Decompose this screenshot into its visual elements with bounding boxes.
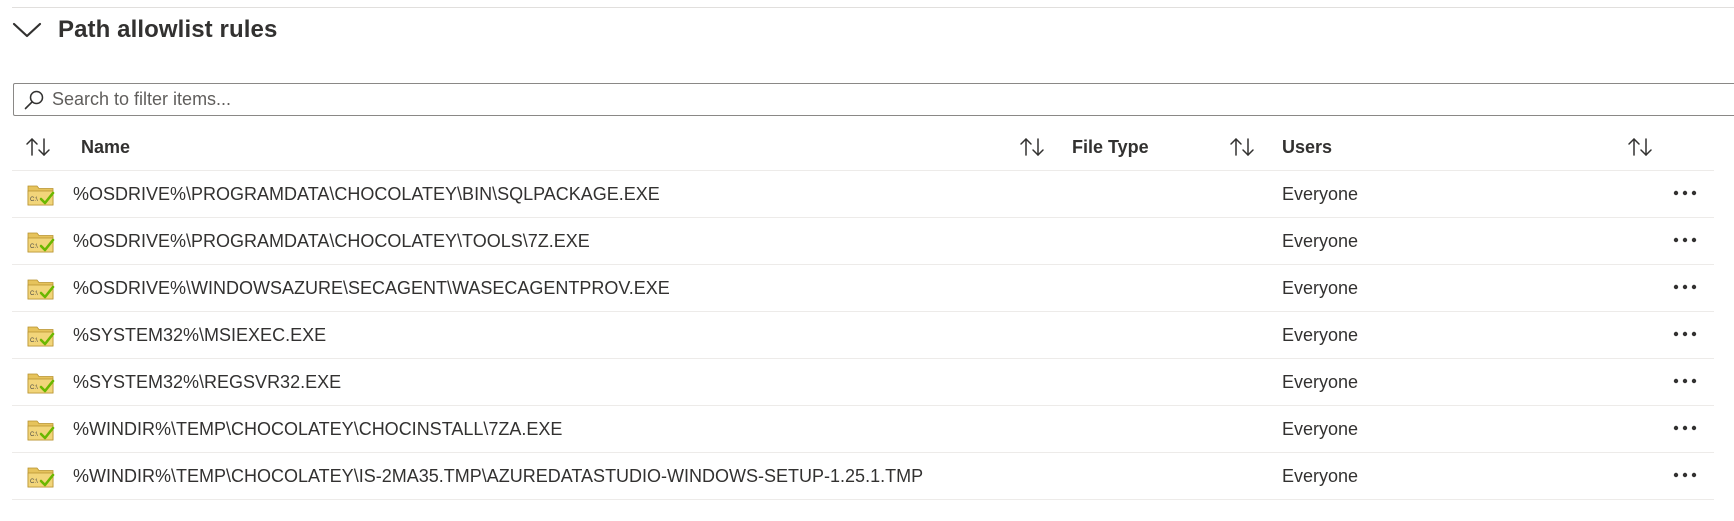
row-more-button[interactable] xyxy=(1668,320,1702,348)
row-name: %SYSTEM32%\MSIEXEC.EXE xyxy=(73,312,326,358)
row-icon-cell: C:\ xyxy=(26,406,56,452)
row-more-button[interactable] xyxy=(1668,273,1702,301)
row-icon-cell: C:\ xyxy=(26,171,56,217)
sort-up-down-icon[interactable] xyxy=(24,136,52,158)
row-users: Everyone xyxy=(1282,312,1358,358)
column-header-name[interactable]: Name xyxy=(81,123,130,171)
column-header-file-type[interactable]: File Type xyxy=(1072,123,1149,171)
row-name: %SYSTEM32%\REGSVR32.EXE xyxy=(73,359,341,405)
section-title: Path allowlist rules xyxy=(58,16,278,43)
more-options-icon xyxy=(1673,425,1697,431)
column-header-users[interactable]: Users xyxy=(1282,123,1332,171)
rules-table-body: C:\ %OSDRIVE%\PROGRAMDATA\CHOCOLATEY\BIN… xyxy=(12,171,1714,500)
users-sort-button[interactable] xyxy=(1626,123,1654,171)
row-name-text: %WINDIR%\TEMP\CHOCOLATEY\IS-2MA35.TMP\AZ… xyxy=(73,465,924,486)
svg-text:C:\: C:\ xyxy=(30,385,38,391)
name-sort-button[interactable] xyxy=(1018,123,1046,171)
row-name-text: %SYSTEM32%\REGSVR32.EXE xyxy=(73,371,342,392)
row-users-text: Everyone xyxy=(1282,277,1359,298)
table-row[interactable]: C:\ %WINDIR%\TEMP\CHOCOLATEY\CHOCINSTALL… xyxy=(12,406,1714,453)
table-row[interactable]: C:\ %OSDRIVE%\WINDOWSAZURE\SECAGENT\WASE… xyxy=(12,265,1714,312)
row-users: Everyone xyxy=(1282,359,1358,405)
more-options-icon xyxy=(1673,331,1697,337)
path-allowlist-panel: Path allowlist rules Name xyxy=(0,0,1734,521)
svg-text:C:\: C:\ xyxy=(30,197,38,203)
search-box[interactable] xyxy=(13,83,1734,116)
svg-text:C:\: C:\ xyxy=(30,432,38,438)
select-column-sort[interactable] xyxy=(24,123,52,171)
row-name-text: %WINDIR%\TEMP\CHOCOLATEY\CHOCINSTALL\7ZA… xyxy=(73,418,563,439)
path-rule-folder-icon: C:\ xyxy=(27,326,55,347)
path-rule-folder-icon: C:\ xyxy=(27,279,55,300)
top-divider xyxy=(12,7,1734,8)
row-users: Everyone xyxy=(1282,453,1358,499)
row-users-text: Everyone xyxy=(1282,324,1359,345)
more-options-icon xyxy=(1673,378,1697,384)
section-header[interactable]: Path allowlist rules xyxy=(12,10,277,50)
path-rule-folder-icon: C:\ xyxy=(27,420,55,441)
row-users: Everyone xyxy=(1282,265,1358,311)
row-name: %WINDIR%\TEMP\CHOCOLATEY\IS-2MA35.TMP\AZ… xyxy=(73,453,923,499)
row-more-button[interactable] xyxy=(1668,461,1702,489)
row-icon-cell: C:\ xyxy=(26,265,56,311)
path-rule-folder-icon: C:\ xyxy=(27,185,55,206)
row-icon-cell: C:\ xyxy=(26,312,56,358)
file-type-sort-button[interactable] xyxy=(1228,123,1256,171)
row-icon-cell: C:\ xyxy=(26,359,56,405)
path-rule-folder-icon: C:\ xyxy=(27,373,55,394)
search-input[interactable] xyxy=(52,89,1552,110)
table-row[interactable]: C:\ %OSDRIVE%\PROGRAMDATA\CHOCOLATEY\BIN… xyxy=(12,171,1714,218)
row-icon-cell: C:\ xyxy=(26,453,56,499)
sort-up-down-icon[interactable] xyxy=(1018,136,1046,158)
row-users-text: Everyone xyxy=(1282,230,1359,251)
row-users-text: Everyone xyxy=(1282,465,1359,486)
more-options-icon xyxy=(1673,284,1697,290)
row-users: Everyone xyxy=(1282,171,1358,217)
column-header-name-label: Name xyxy=(81,136,131,157)
search-icon xyxy=(24,90,44,109)
row-more-button[interactable] xyxy=(1668,367,1702,395)
column-header-users-label: Users xyxy=(1282,136,1333,157)
path-rule-folder-icon: C:\ xyxy=(27,467,55,488)
table-row[interactable]: C:\ %WINDIR%\TEMP\CHOCOLATEY\IS-2MA35.TM… xyxy=(12,453,1714,500)
table-row[interactable]: C:\ %SYSTEM32%\MSIEXEC.EXE Everyone xyxy=(12,312,1714,359)
row-more-button[interactable] xyxy=(1668,414,1702,442)
table-row[interactable]: C:\ %OSDRIVE%\PROGRAMDATA\CHOCOLATEY\TOO… xyxy=(12,218,1714,265)
svg-text:C:\: C:\ xyxy=(30,291,38,297)
chevron-down-icon[interactable] xyxy=(12,20,42,40)
row-users-text: Everyone xyxy=(1282,418,1359,439)
svg-text:C:\: C:\ xyxy=(30,244,38,250)
sort-up-down-icon[interactable] xyxy=(1228,136,1256,158)
row-name-text: %SYSTEM32%\MSIEXEC.EXE xyxy=(73,324,327,345)
table-header: Name File Type Users xyxy=(12,123,1714,171)
table-row[interactable]: C:\ %SYSTEM32%\REGSVR32.EXE Everyone xyxy=(12,359,1714,406)
column-header-file-type-label: File Type xyxy=(1072,136,1149,157)
row-name: %OSDRIVE%\PROGRAMDATA\CHOCOLATEY\TOOLS\7… xyxy=(73,218,590,264)
row-name-text: %OSDRIVE%\PROGRAMDATA\CHOCOLATEY\BIN\SQL… xyxy=(73,183,660,204)
path-rule-folder-icon: C:\ xyxy=(27,232,55,253)
svg-text:C:\: C:\ xyxy=(30,479,38,485)
row-name-text: %OSDRIVE%\WINDOWSAZURE\SECAGENT\WASECAGE… xyxy=(73,277,670,298)
row-icon-cell: C:\ xyxy=(26,218,56,264)
row-users-text: Everyone xyxy=(1282,183,1359,204)
row-more-button[interactable] xyxy=(1668,179,1702,207)
row-name-text: %OSDRIVE%\PROGRAMDATA\CHOCOLATEY\TOOLS\7… xyxy=(73,230,590,251)
row-users: Everyone xyxy=(1282,406,1358,452)
row-name: %OSDRIVE%\PROGRAMDATA\CHOCOLATEY\BIN\SQL… xyxy=(73,171,660,217)
row-name: %WINDIR%\TEMP\CHOCOLATEY\CHOCINSTALL\7ZA… xyxy=(73,406,562,452)
more-options-icon xyxy=(1673,190,1697,196)
sort-up-down-icon[interactable] xyxy=(1626,136,1654,158)
row-more-button[interactable] xyxy=(1668,226,1702,254)
row-users-text: Everyone xyxy=(1282,371,1359,392)
row-users: Everyone xyxy=(1282,218,1358,264)
more-options-icon xyxy=(1673,237,1697,243)
row-name: %OSDRIVE%\WINDOWSAZURE\SECAGENT\WASECAGE… xyxy=(73,265,670,311)
svg-text:C:\: C:\ xyxy=(30,338,38,344)
more-options-icon xyxy=(1673,472,1697,478)
